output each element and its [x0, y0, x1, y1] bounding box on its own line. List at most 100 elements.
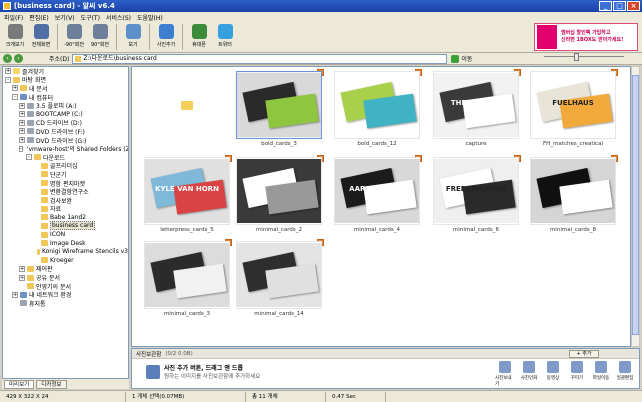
thumbnail[interactable]: FUELHAUS FH_matches_creatical — [528, 69, 618, 153]
menu-item[interactable]: 보기(V) — [55, 13, 75, 22]
parent-folder[interactable] — [142, 69, 232, 153]
tree-item[interactable]: + 내 네트워크 환경 — [3, 290, 128, 299]
expand-icon[interactable]: + — [19, 102, 25, 109]
maximize-button[interactable]: □ — [613, 1, 626, 11]
photo-tray-action[interactable]: 일괄편집 — [615, 361, 635, 387]
photo-tray-action[interactable]: 동영상 — [543, 361, 563, 387]
thumbnail[interactable]: minimal_cards_2 — [234, 155, 324, 239]
minimize-button[interactable]: _ — [599, 1, 612, 11]
tree-item[interactable]: -내 컴퓨터 — [3, 93, 128, 102]
expand-icon[interactable]: + — [19, 274, 25, 281]
status-cell: 총 11 개체 — [246, 391, 326, 402]
expand-icon[interactable]: + — [19, 128, 25, 135]
tree-item[interactable]: + 제어판 — [3, 265, 128, 273]
thumbnail-grid[interactable]: bold_cards_3 bold_cards_12 THEMESHIFT captu… — [131, 66, 631, 347]
tree-item[interactable]: -'vmware-host'의 Shared Folders (Z:) — [3, 144, 128, 153]
menu-item[interactable]: 편집(E) — [29, 13, 49, 22]
thumbnail-caption: bold_cards_3 — [261, 141, 297, 147]
tree-item[interactable]: Babe 1and2 — [3, 213, 128, 222]
photo-tray-action[interactable]: 사진인화 — [519, 361, 539, 387]
photo-tray-action[interactable]: 파일이동 — [591, 361, 611, 387]
tree-item[interactable]: - 바탕 화면 — [3, 76, 128, 84]
side-tab[interactable]: 디카정보 — [36, 379, 67, 389]
tree-item[interactable]: Image Desk — [3, 239, 128, 248]
collapse-icon[interactable]: - — [12, 94, 18, 101]
menu-item[interactable]: 도움말(H) — [137, 13, 163, 22]
tree-item[interactable]: 자료 — [3, 205, 128, 213]
tree-item[interactable]: Konigi Wireframe Stencils v3 — [3, 247, 128, 256]
toolbar-button-label: 트위터 — [218, 42, 232, 48]
tree-item[interactable]: Kroeger — [3, 256, 128, 265]
ad-banner[interactable]: 멤버십 할인팩 가입하고 신라면 1BOX도 받아가세요! — [534, 23, 638, 51]
expand-icon[interactable]: + — [12, 291, 18, 298]
thumbnail[interactable]: KYLE VAN HORN letterpress_cards_5 — [142, 155, 232, 239]
tree-item[interactable]: 단군기 — [3, 170, 128, 179]
tree-item[interactable]: + BOOTCAMP (C:) — [3, 110, 128, 119]
tree-item-label: ICON — [50, 231, 66, 239]
toolbar-button[interactable]: 사진추가 — [153, 22, 179, 52]
side-tab[interactable]: 미리보기 — [4, 379, 35, 389]
expand-icon[interactable]: + — [5, 68, 11, 75]
thumbnail-caption: bold_cards_12 — [357, 141, 397, 147]
add-photo-button[interactable]: + 추가 — [569, 350, 599, 358]
toolbar-button[interactable]: -90°회전 — [61, 22, 87, 52]
tree-item[interactable]: - 다운로드 — [3, 153, 128, 162]
zoom-slider[interactable] — [544, 53, 624, 61]
thumbnail[interactable]: AARON KAPLE minimal_cards_4 — [332, 155, 422, 239]
scrollbar-thumb[interactable] — [632, 75, 639, 335]
tree-item[interactable]: + 내 문서 — [3, 84, 128, 93]
tree-item[interactable]: + 즐겨찾기 — [3, 67, 128, 76]
menu-item[interactable]: 파일(F) — [4, 13, 23, 22]
tree-item[interactable]: 골프리더십 — [3, 162, 128, 170]
toolbar-button[interactable]: 크게보기 — [2, 22, 28, 52]
photo-tray-action[interactable]: 꾸미기 — [567, 361, 587, 387]
forward-icon[interactable]: › — [14, 54, 23, 63]
expand-icon[interactable]: + — [19, 119, 25, 126]
expand-icon[interactable]: + — [19, 265, 25, 272]
thumbnail[interactable]: minimal_cards_3 — [142, 239, 232, 323]
folder-tree[interactable]: + 즐겨찾기 - 바탕 화면 + 내 문서 - 내 컴퓨터 +3.5 플로피 (A:) + BOOT… — [2, 66, 129, 379]
collapse-icon[interactable]: - — [26, 154, 32, 161]
tree-item[interactable]: 안영기의 문서 — [3, 282, 128, 291]
menu-item[interactable]: 도구(T) — [81, 13, 100, 22]
tree-item[interactable]: + CD 드라이브 (D:) — [3, 119, 128, 127]
tree-item[interactable]: +3.5 플로피 (A:) — [3, 101, 128, 110]
collapse-icon[interactable]: - — [19, 145, 23, 152]
thumbnail-image — [145, 243, 229, 307]
vertical-scrollbar[interactable] — [631, 66, 640, 347]
thumbnail[interactable]: bold_cards_12 — [332, 69, 422, 153]
thumbnail[interactable]: minimal_cards_8 — [528, 155, 618, 239]
collapse-icon[interactable]: - — [5, 76, 11, 83]
zoom-slider-knob[interactable] — [574, 53, 579, 61]
tree-item[interactable]: + DVD 드라이브 (F:) — [3, 127, 128, 136]
close-button[interactable]: × — [627, 1, 640, 11]
expand-icon[interactable]: + — [19, 137, 25, 144]
tree-item[interactable]: business card — [3, 221, 128, 231]
toolbar-button[interactable]: 트위터 — [212, 22, 238, 52]
toolbar-separator — [57, 24, 58, 50]
toolbar-button[interactable]: 휴대폰 — [186, 22, 212, 52]
thumbnail[interactable]: THEMESHIFT capture — [431, 69, 521, 153]
back-icon[interactable]: ‹ — [3, 54, 12, 63]
photo-tray-action[interactable]: 사진보내기 — [495, 361, 515, 387]
tree-item[interactable]: 검사보완 — [3, 196, 128, 205]
tree-item[interactable]: 휴지통 — [3, 299, 128, 308]
thumbnail[interactable]: bold_cards_3 — [234, 69, 324, 153]
thumbnail[interactable]: FREDERICKVAN minimal_cards_6 — [431, 155, 521, 239]
tree-item[interactable]: ICON — [3, 230, 128, 239]
menu-item[interactable]: 서비스(S) — [106, 13, 131, 22]
thumbnail[interactable]: minimal_cards_14 — [234, 239, 324, 323]
tree-item[interactable]: 변환결함연구소 — [3, 187, 128, 196]
status-bar: 429 X 322 X 24 1 개체 선택(0.07MB) 총 11 개체 0.47… — [0, 390, 642, 402]
expand-icon[interactable]: + — [12, 85, 18, 92]
address-input[interactable]: Z:\다운로드\business card — [72, 53, 448, 64]
go-button[interactable]: 이동 — [451, 54, 472, 63]
expand-icon[interactable]: + — [19, 111, 25, 118]
toolbar-button[interactable]: 90°회전 — [87, 22, 113, 52]
action-icon — [547, 361, 559, 373]
tree-item[interactable]: 명함 편지마켓 — [3, 179, 128, 188]
tree-item[interactable]: + 공유 문서 — [3, 273, 128, 282]
toolbar-button[interactable]: 전체화면 — [28, 22, 54, 52]
tree-item[interactable]: + DVD 드라이브 (G:) — [3, 136, 128, 145]
toolbar-button[interactable]: 보기 — [120, 22, 146, 52]
